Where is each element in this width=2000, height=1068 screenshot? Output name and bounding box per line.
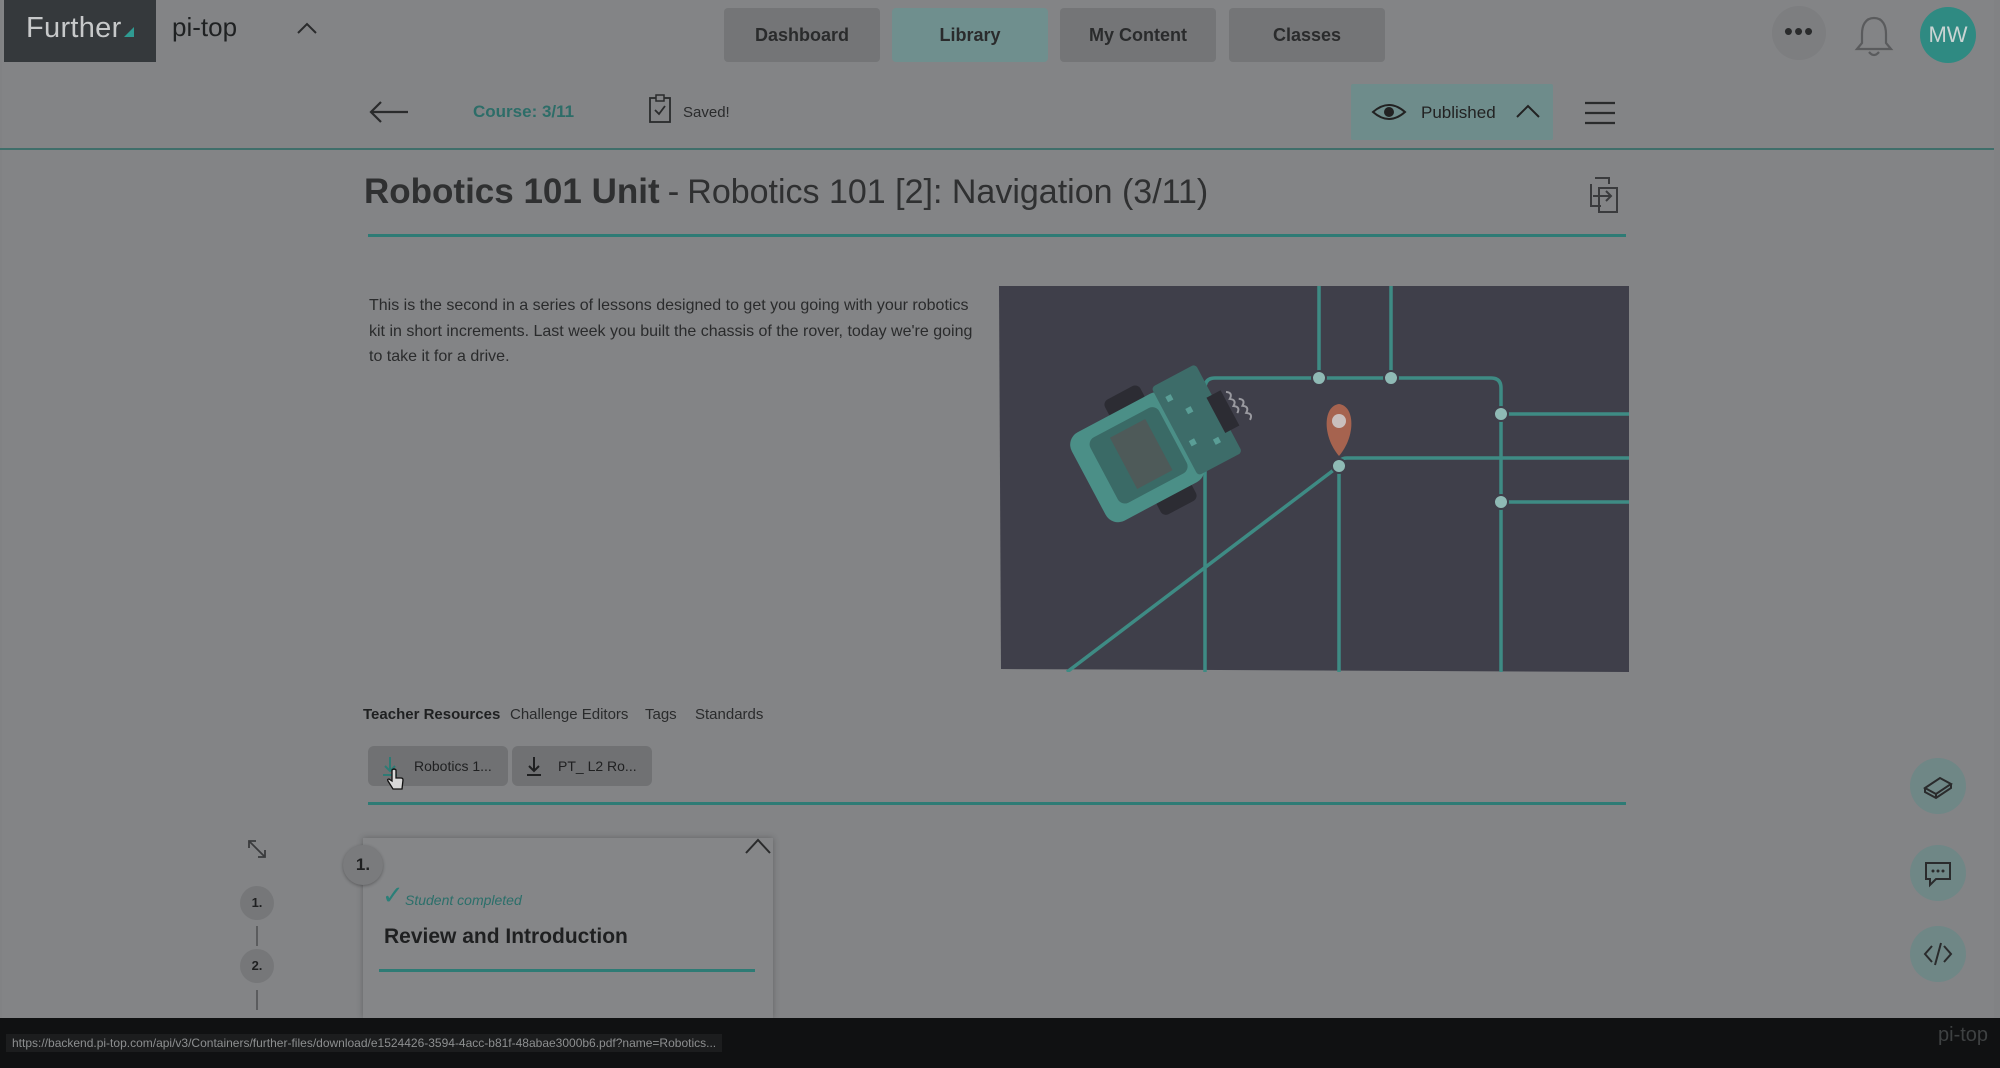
nav-library[interactable]: Library <box>892 8 1048 62</box>
section-title[interactable]: Review and Introduction <box>384 925 628 949</box>
comments-button[interactable] <box>1910 845 1966 901</box>
book-icon <box>1923 776 1953 800</box>
export-icon[interactable] <box>1589 176 1619 214</box>
lesson-heading: Robotics 101 Unit - Robotics 101 [2]: Navi… <box>364 172 1208 212</box>
code-editor-button[interactable] <box>1910 926 1966 982</box>
bell-icon[interactable] <box>1852 12 1896 58</box>
tab-tags[interactable]: Tags <box>645 706 677 723</box>
more-options-button[interactable]: ••• <box>1772 6 1826 60</box>
eye-icon <box>1371 104 1407 120</box>
organization-name[interactable]: pi-top <box>172 12 237 43</box>
chat-bubble-icon <box>1925 862 1951 888</box>
expand-icon[interactable] <box>246 838 268 860</box>
nav-classes[interactable]: Classes <box>1229 8 1385 62</box>
code-icon <box>1923 942 1953 966</box>
book-button[interactable] <box>1910 758 1966 814</box>
lesson-title: Robotics 101 [2]: Navigation (3/11) <box>687 173 1209 211</box>
tabs-divider <box>368 802 1626 805</box>
clipboard-check-icon <box>649 94 671 123</box>
tab-teacher-resources[interactable]: Teacher Resources <box>363 706 500 723</box>
resource-file-chip[interactable]: PT_ L2 Ro... <box>512 746 652 786</box>
course-position: Course: 3/11 <box>473 102 575 121</box>
unit-title: Robotics 101 Unit <box>364 172 660 211</box>
publish-state-label: Published <box>1421 103 1496 122</box>
chevron-up-icon <box>1516 104 1540 118</box>
top-bar: Further pi-top Dashboard Library My Cont… <box>2 0 1994 64</box>
tab-standards[interactable]: Standards <box>695 706 763 723</box>
resource-file-name: Robotics 1... <box>414 758 492 774</box>
step-connector <box>256 990 258 1010</box>
chevron-up-icon[interactable] <box>296 20 318 36</box>
lesson-description: This is the second in a series of lesson… <box>369 297 973 365</box>
title-separator: - <box>667 172 680 211</box>
footer-watermark: pi-top <box>1938 1024 1989 1046</box>
link-preview-url: https://backend.pi-top.com/api/v3/Contai… <box>6 1034 723 1052</box>
tab-challenge-editors[interactable]: Challenge Editors <box>510 706 628 723</box>
nav-dashboard[interactable]: Dashboard <box>724 8 880 62</box>
check-icon: ✓ <box>382 880 404 910</box>
save-status: Saved! <box>683 104 730 121</box>
section-divider <box>379 969 755 972</box>
user-avatar[interactable]: MW <box>1920 7 1976 63</box>
resource-file-name: PT_ L2 Ro... <box>558 758 637 774</box>
lesson-illustration <box>999 286 1629 672</box>
nav-my-content[interactable]: My Content <box>1060 8 1216 62</box>
step-marker[interactable]: 2. <box>240 949 274 983</box>
title-divider <box>368 234 1626 237</box>
hand-cursor-icon <box>387 768 404 790</box>
download-icon <box>527 757 541 776</box>
hamburger-menu-icon[interactable] <box>1584 100 1616 126</box>
publish-state-button[interactable]: Published <box>1351 84 1553 140</box>
toolbar-divider <box>0 148 1994 150</box>
section-number: 1. <box>343 845 383 885</box>
step-marker[interactable]: 1. <box>240 886 274 920</box>
brand-logo[interactable]: Further <box>4 0 156 62</box>
step-connector <box>256 926 258 946</box>
brand-mark-icon <box>123 27 134 37</box>
brand-name: Further <box>26 12 122 44</box>
chevron-up-icon[interactable] <box>744 836 772 856</box>
back-arrow-icon[interactable] <box>368 98 410 126</box>
completion-status: Student completed <box>405 892 522 908</box>
